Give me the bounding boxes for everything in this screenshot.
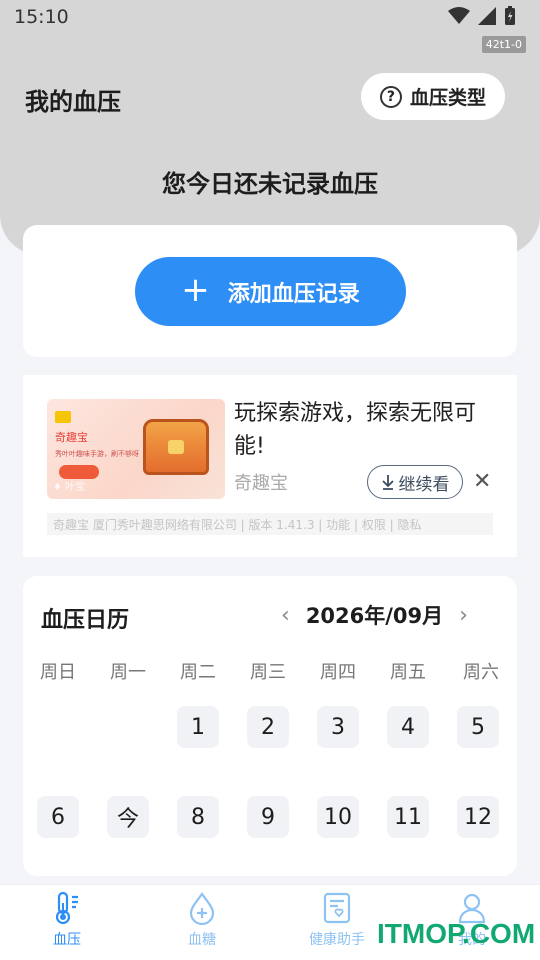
calendar-day[interactable]: 9 [247,796,289,838]
add-record-card: + 添加血压记录 [23,225,517,357]
calendar-day-today[interactable]: 今 [107,796,149,838]
calendar-day[interactable]: 4 [387,706,429,748]
calendar-month-nav: ‹ 2026年/09月 › [281,600,468,630]
calendar-title: 血压日历 [41,608,130,633]
ad-headline[interactable]: 玩探索游戏，探索无限可能! [234,397,504,463]
close-icon[interactable]: ✕ [473,469,491,494]
ad-image-cta [59,465,99,479]
calendar-day[interactable]: 12 [457,796,499,838]
nav-label: 健康助手 [309,932,365,948]
status-bar: 15:10 42t1-0 [0,0,540,53]
ad-logo-icon [55,411,71,423]
help-icon: ? [379,85,402,108]
signal-icon [478,7,496,25]
calendar-day[interactable]: 11 [387,796,429,838]
ad-card[interactable]: 奇趣宝 秀叶叶趣味手游，刷不够呀 ♦ 叶宝 玩探索游戏，探索无限可能! 奇趣宝 … [23,375,517,557]
nav-item-blood-sugar[interactable]: 血糖 [157,885,247,960]
today-message: 您今日还未记录血压 [162,170,378,198]
ad-image-tagline: 秀叶叶趣味手游，刷不够呀 [55,450,139,458]
ad-continue-button[interactable]: 继续看 [367,465,463,499]
treasure-chest-icon [143,419,209,475]
calendar-month: 2026年/09月 [305,604,444,628]
add-record-label: 添加血压记录 [227,281,360,307]
weekday: 周一 [110,662,146,683]
ad-footer: 奇趣宝 厦门秀叶趣思网络有限公司 | 版本 1.41.3 | 功能 | 权限 |… [47,513,493,535]
status-icons [448,6,516,26]
calendar-day[interactable]: 3 [317,706,359,748]
chevron-right-icon[interactable]: › [459,603,468,628]
nav-label: 血压 [53,932,81,948]
header-background [0,0,540,255]
ad-continue-label: 继续看 [398,474,450,495]
calendar-day[interactable]: 6 [37,796,79,838]
weekday: 周日 [40,662,76,683]
plus-icon: + [181,269,210,310]
battery-icon [505,6,515,25]
wifi-icon [448,7,470,24]
weekday: 周三 [250,662,286,683]
weekday: 周五 [390,662,426,683]
weekday: 周二 [180,662,216,683]
site-watermark: ITMOP.COM [377,918,536,949]
calendar-day[interactable]: 2 [247,706,289,748]
calendar-day[interactable]: 8 [177,796,219,838]
ad-advertiser: 奇趣宝 [234,473,288,494]
build-badge: 42t1-0 [481,36,526,53]
nav-item-health-assistant[interactable]: 健康助手 [292,885,382,960]
add-record-button[interactable]: + 添加血压记录 [135,257,406,326]
thermometer-icon [55,891,78,925]
weekday: 周六 [463,662,499,683]
page-title: 我的血压 [25,88,121,116]
chevron-left-icon[interactable]: ‹ [281,603,290,628]
blood-drop-icon [189,892,215,925]
calendar-day[interactable]: 1 [177,706,219,748]
bp-type-button[interactable]: ? 血压类型 [361,73,505,120]
calendar-card: 血压日历 ‹ 2026年/09月 › 周日 周一 周二 周三 周四 周五 周六 … [23,576,517,876]
nav-item-blood-pressure[interactable]: 血压 [22,885,112,960]
ad-image-watermark: ♦ 叶宝 [53,482,86,493]
nav-label: 血糖 [188,932,216,948]
weekday: 周四 [320,662,356,683]
ad-image-brand: 奇趣宝 [55,431,88,444]
screen: 15:10 42t1-0 我的血压 ? 血压类型 您今日还未记录血压 + 添加血… [0,0,540,960]
calendar-day[interactable]: 10 [317,796,359,838]
bp-type-label: 血压类型 [409,87,486,109]
ad-image[interactable]: 奇趣宝 秀叶叶趣味手游，刷不够呀 ♦ 叶宝 [47,399,225,499]
status-time: 15:10 [14,6,69,28]
calendar-day[interactable]: 5 [457,706,499,748]
download-icon [381,475,394,490]
health-doc-icon [323,892,351,924]
